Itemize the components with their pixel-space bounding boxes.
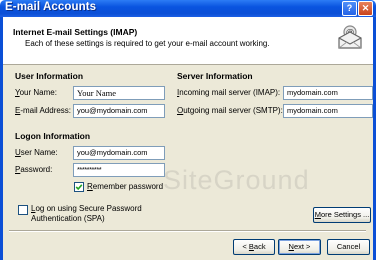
dialog-body: Internet E-mail Settings (IMAP) Each of … — [0, 17, 376, 260]
spa-label-line2: Authentication (SPA) — [31, 214, 105, 223]
watermark: SiteGround — [163, 165, 310, 195]
password-field[interactable]: ********** — [73, 163, 165, 177]
user-information-heading: User Information — [15, 71, 84, 81]
header-title: Internet E-mail Settings (IMAP) — [13, 27, 138, 37]
email-accounts-dialog: E-mail Accounts ? ✕ Internet E-mail Sett… — [0, 0, 376, 260]
email-address-label: E-mail Address: — [15, 106, 72, 115]
outgoing-server-field[interactable]: mydomain.com — [283, 104, 373, 118]
incoming-server-field[interactable]: mydomain.com — [283, 86, 373, 100]
title-bar[interactable]: E-mail Accounts ? ✕ — [0, 0, 376, 17]
spa-checkbox[interactable] — [18, 205, 28, 215]
your-name-field[interactable]: Your Name — [73, 86, 165, 100]
spa-label-line1: Log on using Secure Password — [31, 204, 142, 213]
remember-password-label: Remember password — [87, 182, 164, 191]
email-address-field[interactable]: you@mydomain.com — [73, 104, 165, 118]
cancel-button[interactable]: Cancel — [327, 239, 370, 255]
window-title: E-mail Accounts — [5, 1, 97, 13]
dialog-header: Internet E-mail Settings (IMAP) Each of … — [3, 17, 373, 65]
outgoing-server-label: Outgoing mail server (SMTP): — [177, 106, 283, 115]
separator — [9, 230, 366, 232]
server-information-heading: Server Information — [177, 71, 253, 81]
incoming-server-label: Incoming mail server (IMAP): — [177, 88, 281, 97]
close-button[interactable]: ✕ — [358, 1, 373, 16]
header-subtitle: Each of these settings is required to ge… — [25, 39, 270, 48]
back-button[interactable]: < Back — [233, 239, 275, 255]
remember-password-checkbox[interactable] — [74, 182, 84, 192]
password-label: Password: — [15, 165, 53, 174]
more-settings-button[interactable]: More Settings ... — [313, 207, 371, 223]
user-name-label: User Name: — [15, 148, 58, 157]
user-name-field[interactable]: you@mydomain.com — [73, 146, 165, 160]
logon-information-heading: Logon Information — [15, 131, 91, 141]
checkmark-icon — [75, 184, 83, 191]
next-button[interactable]: Next > — [278, 239, 321, 255]
help-button[interactable]: ? — [342, 1, 357, 16]
envelope-at-icon: @ — [337, 24, 363, 57]
your-name-label: Your Name: — [15, 88, 57, 97]
